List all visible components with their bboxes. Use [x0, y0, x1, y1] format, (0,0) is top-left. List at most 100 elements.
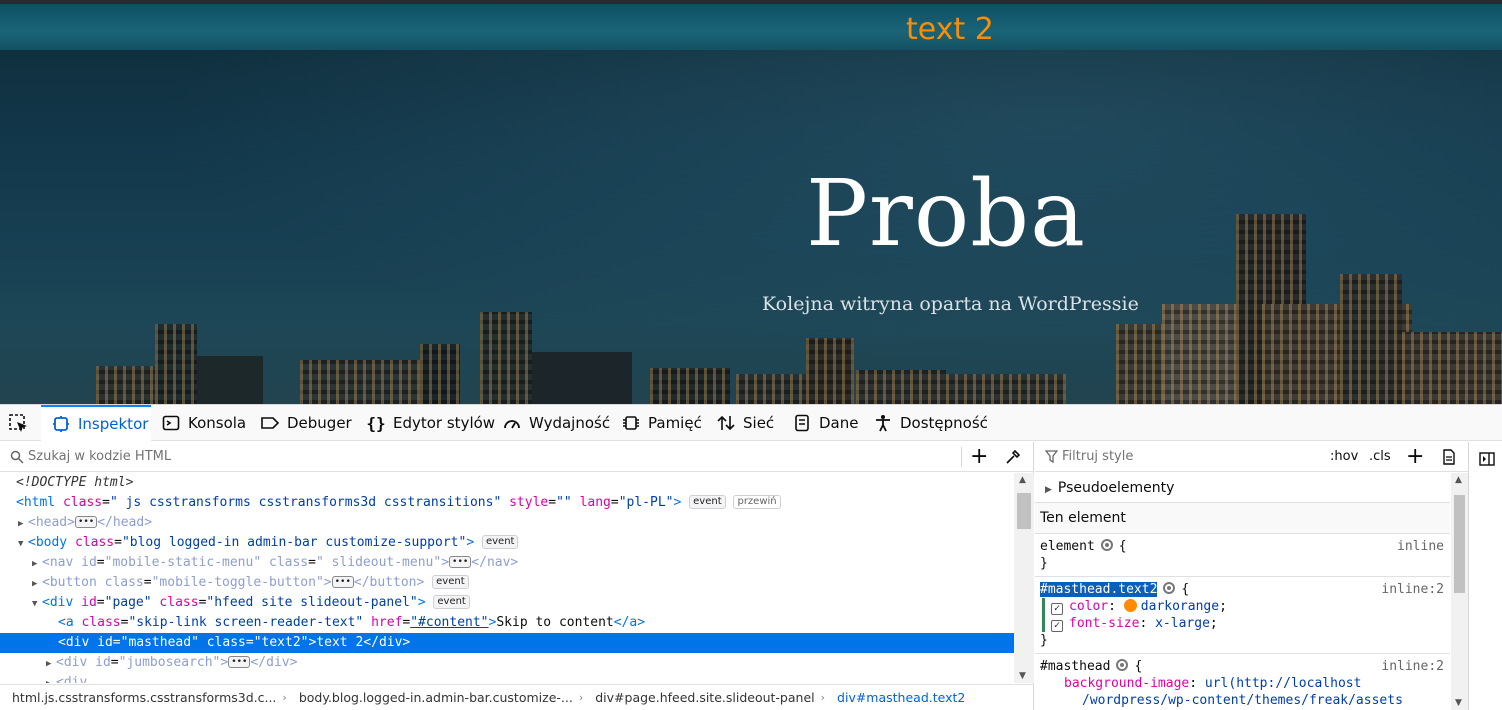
collapsed-dots[interactable]: •••	[74, 516, 98, 528]
add-node-icon[interactable]: +	[970, 446, 988, 468]
event-badge[interactable]: event	[689, 495, 726, 509]
storage-icon	[792, 413, 812, 433]
rule-close: }	[1040, 633, 1048, 648]
expand-arrow-icon[interactable]: ▶	[18, 514, 28, 534]
property-name[interactable]: background-image	[1064, 676, 1189, 691]
scroll-up-icon[interactable]: ▲	[1019, 475, 1026, 485]
element-picker-icon[interactable]	[8, 413, 30, 435]
tab-style-editor[interactable]: {} Edytor stylów	[366, 405, 495, 441]
tab-label: Debuger	[287, 414, 352, 432]
tree-line-body[interactable]: ▼ <body class="blog logged-in admin-bar c…	[0, 533, 1014, 553]
add-rule-icon[interactable]: +	[1406, 444, 1424, 469]
accessibility-icon	[873, 413, 893, 433]
rules-scrollbar[interactable]: ▲ ▼	[1451, 473, 1468, 710]
tab-storage[interactable]: Dane	[792, 405, 858, 441]
tab-console[interactable]: Konsola	[161, 405, 246, 441]
tab-inspector[interactable]: Inspektor	[41, 405, 151, 441]
tab-network[interactable]: Sieć	[716, 405, 774, 441]
rule-masthead-text2[interactable]: #masthead.text2{inline:2 ✓ color: darkora…	[1035, 577, 1450, 654]
declaration-font-size[interactable]: ✓ font-size: x-large;	[1051, 615, 1450, 632]
collapsed-dots[interactable]: •••	[331, 576, 354, 588]
rule-element[interactable]: element{inline }	[1035, 534, 1450, 577]
expand-arrow-icon[interactable]: ▶	[32, 574, 42, 594]
breadcrumb-item[interactable]: div#page.hfeed.site.slideout-panel	[583, 690, 820, 705]
declaration-background-image[interactable]: background-image: url(http://localhost	[1040, 675, 1450, 692]
tab-performance[interactable]: Wydajność	[502, 405, 610, 441]
pseudo-elements-toggle[interactable]: ▶ Pseudoelementy	[1035, 473, 1450, 503]
hover-states-button[interactable]: :hov	[1330, 449, 1358, 464]
breadcrumb-item-current[interactable]: div#masthead.text2	[825, 690, 971, 705]
enable-checkbox[interactable]: ✓	[1051, 620, 1063, 632]
rule-source[interactable]: inline:2	[1381, 581, 1444, 598]
scroll-down-icon[interactable]: ▼	[1019, 671, 1026, 681]
scroll-badge[interactable]: przewiń	[733, 495, 781, 509]
color-swatch[interactable]	[1123, 599, 1137, 612]
gear-icon[interactable]	[1100, 539, 1113, 551]
property-value[interactable]: x-large	[1155, 616, 1210, 631]
gear-icon[interactable]	[1116, 659, 1129, 671]
masthead-bar: text 2	[0, 4, 1502, 50]
memory-icon	[621, 413, 641, 433]
markup-scrollbar[interactable]: ▲ ▼	[1014, 473, 1034, 683]
rules-filter-input[interactable]	[1062, 449, 1332, 464]
rule-source[interactable]: inline	[1397, 538, 1444, 555]
collapse-arrow-icon[interactable]: ▼	[18, 534, 28, 554]
href-link[interactable]: "#content"	[410, 615, 488, 630]
expand-arrow-icon[interactable]: ▶	[46, 654, 56, 674]
tree-line-html[interactable]: <html class=" js csstransforms csstransf…	[0, 493, 1014, 513]
event-badge[interactable]: event	[433, 595, 470, 609]
markup-search-bar: +	[0, 442, 1034, 472]
enable-checkbox[interactable]: ✓	[1051, 603, 1063, 615]
breadcrumb-item[interactable]: html.js.csstransforms.csstransforms3d.c.…	[0, 690, 282, 705]
rule-selector: #masthead	[1040, 659, 1111, 674]
toggle-sidebar-icon[interactable]	[1479, 451, 1495, 470]
tree-line-doctype[interactable]: <!DOCTYPE html>	[0, 473, 1014, 493]
tab-label: Sieć	[743, 414, 775, 432]
markup-search-input[interactable]	[28, 449, 928, 464]
attr-value: " slideout-menu"	[315, 555, 442, 570]
scroll-thumb[interactable]	[1017, 493, 1031, 529]
property-name[interactable]: color	[1069, 599, 1108, 614]
declaration-color[interactable]: ✓ color: darkorange;	[1051, 598, 1450, 615]
tab-label: Wydajność	[529, 414, 611, 432]
tab-label: Inspektor	[78, 415, 149, 433]
tree-line-head[interactable]: ▶ <head> ••• </head>	[0, 513, 1014, 533]
scroll-thumb[interactable]	[1454, 495, 1465, 593]
classes-button[interactable]: .cls	[1369, 449, 1391, 464]
collapse-arrow-icon[interactable]: ▼	[32, 594, 42, 614]
print-media-icon[interactable]	[1442, 449, 1456, 469]
devtools-panel: Inspektor Konsola Debuger {} Edytor styl…	[0, 404, 1502, 710]
event-badge[interactable]: event	[432, 575, 469, 589]
property-value[interactable]: darkorange	[1141, 599, 1219, 614]
breadcrumb: html.js.csstransforms.csstransforms3d.c.…	[0, 684, 1034, 710]
attr-value: "mobile-static-menu"	[104, 555, 262, 570]
eyedropper-icon[interactable]	[1005, 449, 1021, 469]
gear-icon[interactable]	[1163, 582, 1176, 594]
tree-line-skip-link[interactable]: <a class="skip-link screen-reader-text" …	[0, 613, 1014, 633]
property-value[interactable]: url(http://localhost	[1205, 676, 1362, 691]
markup-tree[interactable]: <!DOCTYPE html> <html class=" js csstran…	[0, 473, 1014, 683]
rule-masthead[interactable]: #masthead{inline:2 background-image: url…	[1035, 654, 1450, 710]
tree-line-masthead-selected[interactable]: <div id="masthead" class="text2">text 2<…	[0, 633, 1014, 653]
tree-line-nav[interactable]: ▶ <nav id="mobile-static-menu" class=" sl…	[0, 553, 1014, 573]
tab-memory[interactable]: Pamięć	[621, 405, 702, 441]
breadcrumb-item[interactable]: body.blog.logged-in.admin-bar.customize-…	[287, 690, 579, 705]
property-value-continued[interactable]: /wordpress/wp-content/themes/freak/asset…	[1082, 693, 1403, 708]
rule-source[interactable]: inline:2	[1381, 658, 1444, 675]
masthead-text: text 2	[906, 12, 994, 47]
tree-line-page[interactable]: ▼ <div id="page" class="hfeed site slideo…	[0, 593, 1014, 613]
event-badge[interactable]: event	[481, 535, 519, 549]
tree-line-button[interactable]: ▶ <button class="mobile-toggle-button"> ••…	[0, 573, 1014, 593]
collapsed-dots[interactable]: •••	[228, 656, 251, 668]
tab-accessibility[interactable]: Dostępność	[873, 405, 988, 441]
scroll-down-icon[interactable]: ▼	[1455, 698, 1462, 708]
collapsed-dots[interactable]: •••	[449, 556, 472, 568]
rules-panel: :hov .cls + ▶ Pseudoelementy Ten element …	[1035, 442, 1468, 710]
attr-value: "skip-link screen-reader-text"	[128, 615, 364, 630]
tree-line-jumbosearch[interactable]: ▶ <div id="jumbosearch"> ••• </div>	[0, 653, 1014, 673]
site-title[interactable]: Proba	[806, 160, 1086, 267]
property-name[interactable]: font-size	[1069, 616, 1139, 631]
scroll-up-icon[interactable]: ▲	[1455, 475, 1462, 485]
expand-arrow-icon[interactable]: ▶	[32, 554, 42, 574]
tab-debugger[interactable]: Debuger	[260, 405, 352, 441]
